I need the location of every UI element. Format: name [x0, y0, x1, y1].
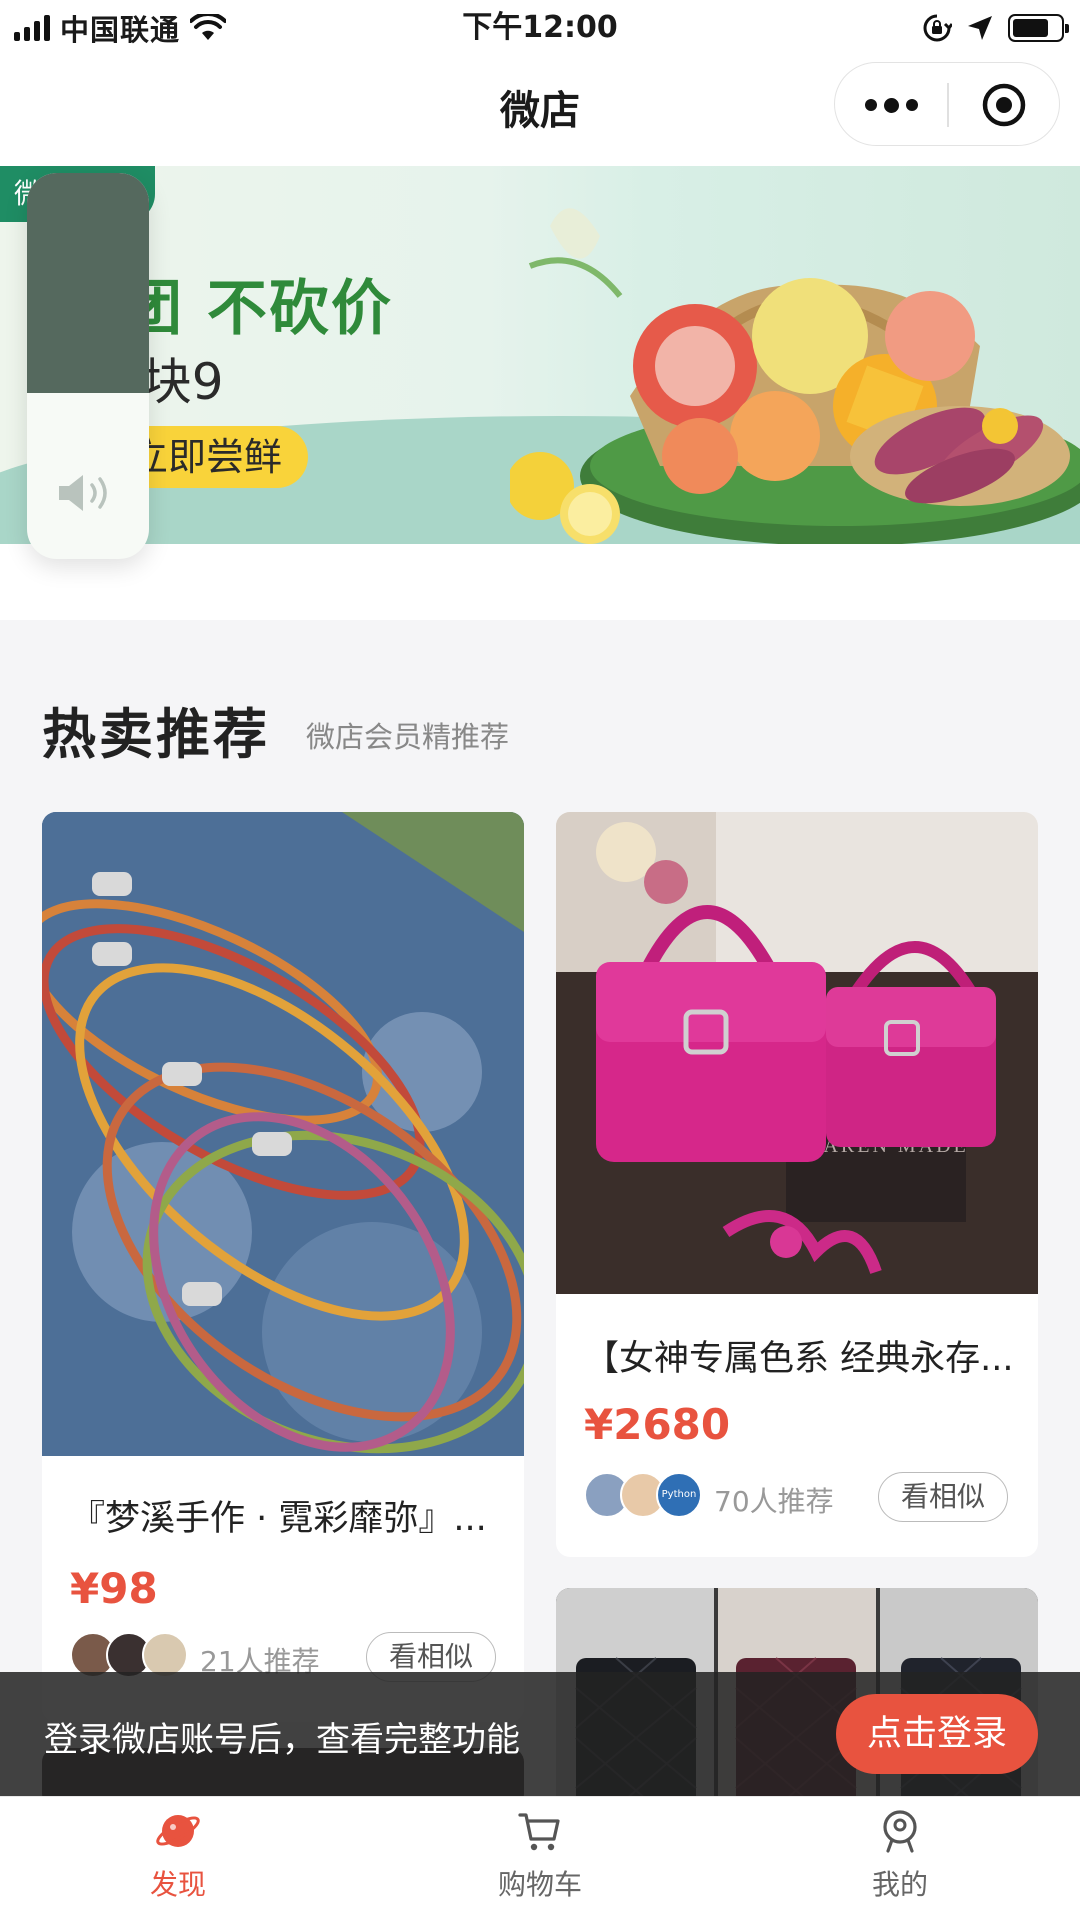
- close-mini-program-button[interactable]: [949, 63, 1059, 147]
- tab-discover[interactable]: 发现: [78, 1807, 278, 1917]
- promo-banner[interactable]: 微店·生鲜 拼团 不砍价 场9块9 立即尝鲜: [0, 166, 1080, 544]
- status-bar: 中国联通 下午12:00: [0, 0, 1080, 56]
- more-button[interactable]: [835, 63, 947, 147]
- mini-program-capsule: [834, 62, 1060, 146]
- location-arrow-icon: [968, 16, 992, 40]
- profile-icon: [883, 1810, 917, 1853]
- volume-fill: [27, 173, 149, 393]
- product-card[interactable]: KAREN MADE 【女神专属色系 经典永存... ¥2680 Python …: [556, 812, 1038, 1557]
- orientation-lock-icon: [923, 14, 952, 42]
- fruit-basket-image: [510, 208, 1080, 544]
- product-image: [42, 812, 524, 1456]
- target-icon: [982, 83, 1026, 127]
- product-title: 【女神专属色系 经典永存...: [584, 1339, 1014, 1379]
- planet-icon: [156, 1815, 200, 1847]
- tab-profile[interactable]: 我的: [800, 1807, 1000, 1917]
- recommend-count: 70人推荐: [714, 1485, 834, 1518]
- recommender-avatars: Python: [584, 1472, 702, 1518]
- product-image: KAREN MADE: [556, 812, 1038, 1294]
- tab-cart[interactable]: 购物车: [440, 1807, 640, 1917]
- similar-button[interactable]: 看相似: [878, 1472, 1009, 1522]
- tab-label: 我的: [871, 1868, 928, 1901]
- tab-label: 购物车: [497, 1868, 582, 1901]
- volume-indicator: [27, 173, 149, 559]
- login-prompt-bar: 登录微店账号后，查看完整功能 点击登录: [0, 1672, 1080, 1796]
- login-prompt-text: 登录微店账号后，查看完整功能: [44, 1720, 520, 1760]
- status-right: [922, 6, 1069, 50]
- tab-label: 发现: [149, 1868, 206, 1901]
- section-title: 热卖推荐: [42, 703, 270, 766]
- speaker-icon: [59, 475, 107, 511]
- product-card[interactable]: 『梦溪手作 · 霓彩靡弥』... ¥98 21人推荐 看相似: [42, 812, 524, 1722]
- nav-bar: 微店: [0, 56, 1080, 166]
- cart-icon: [518, 1813, 560, 1851]
- ellipsis-icon: [864, 99, 877, 111]
- product-title: 『梦溪手作 · 霓彩靡弥』...: [70, 1499, 487, 1539]
- status-time: 下午12:00: [462, 10, 618, 45]
- tab-bar: 发现 购物车 我的: [0, 1796, 1080, 1920]
- product-price: ¥98: [70, 1564, 158, 1613]
- ellipsis-dot: [905, 99, 918, 111]
- login-button[interactable]: 点击登录: [836, 1694, 1038, 1774]
- ellipsis-dot: [883, 97, 899, 113]
- section-subtitle: 微店会员精推荐: [306, 720, 510, 754]
- product-price: ¥2680: [584, 1400, 731, 1449]
- battery-icon: [1008, 14, 1069, 42]
- battery-level: [1013, 19, 1049, 37]
- avatar: Python: [656, 1472, 702, 1518]
